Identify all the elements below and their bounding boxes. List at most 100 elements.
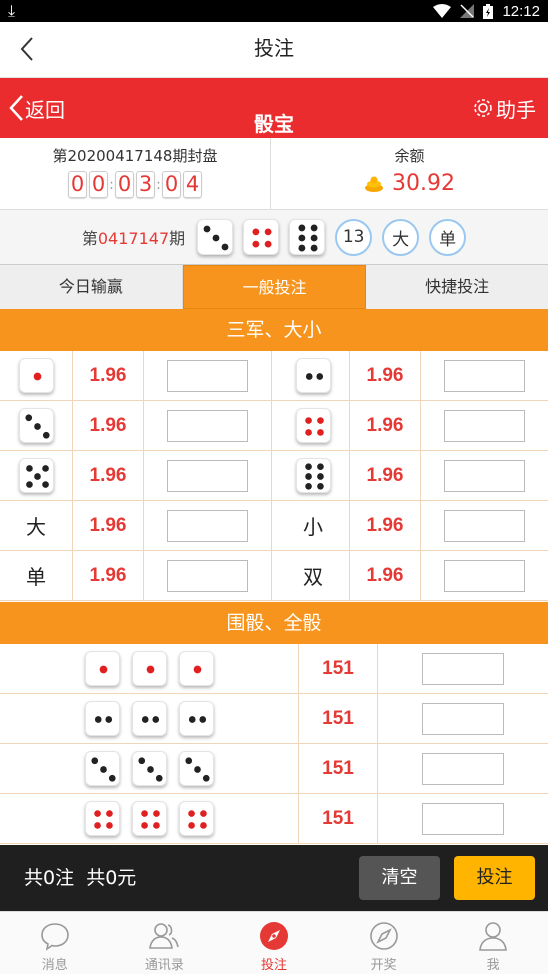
game-title: 骰宝 [254, 112, 294, 136]
coin-stack-icon [365, 176, 383, 192]
last-draw-issue: 第0417147期 [81, 229, 186, 248]
bet-amount-input[interactable] [444, 409, 525, 442]
die-face-icon [84, 801, 120, 836]
odds-value: 1.96 [89, 514, 127, 536]
countdown-digit: 0 [115, 171, 134, 198]
odds-value: 1.96 [366, 364, 404, 386]
odds-value: 1.96 [89, 414, 127, 436]
clock-time: 12:12 [502, 2, 540, 20]
bet-row: 单 1.96 双 1.96 [0, 551, 548, 601]
bet-amount-input[interactable] [422, 652, 504, 685]
wifi-icon [433, 4, 452, 18]
bet-tabs: 今日输赢 一般投注 快捷投注 [0, 265, 548, 309]
odds-value: 1.96 [366, 514, 404, 536]
die-face-icon [178, 651, 214, 686]
die-face-icon [84, 701, 120, 736]
bet-amount-input[interactable] [444, 459, 525, 492]
triple-dice-group[interactable] [0, 744, 298, 793]
triple-dice-group[interactable] [0, 644, 298, 693]
balance-label: 余额 [394, 147, 425, 165]
bet-amount-input[interactable] [167, 459, 248, 492]
bet-amount-input[interactable] [444, 359, 525, 392]
bet-option-label[interactable]: 双 [277, 551, 349, 600]
triple-bet-row: 151 [0, 694, 548, 744]
bet-option-label[interactable]: 大 [0, 501, 72, 550]
balance-panel: 余额 30.92 [271, 138, 548, 210]
triple-bet-row: 151 [0, 744, 548, 794]
die-face-icon [131, 701, 167, 736]
parity-ball: 单 [429, 218, 467, 256]
die-face-icon[interactable] [18, 408, 54, 443]
tab-quick-bet[interactable]: 快捷投注 [366, 265, 548, 309]
die-face-icon[interactable] [18, 458, 54, 493]
chat-bubble-icon [40, 923, 69, 951]
bet-option-label[interactable]: 小 [277, 501, 349, 550]
odds-value: 151 [322, 807, 354, 829]
tabbar-item-bet[interactable]: 投注 [219, 912, 329, 974]
result-die-icon [243, 219, 280, 255]
tabbar-item-contacts[interactable]: 通讯录 [110, 912, 220, 974]
triple-dice-group[interactable] [0, 694, 298, 743]
bet-amount-input[interactable] [167, 359, 248, 392]
page-title: 投注 [254, 36, 294, 60]
bet-summary: 共0注 共0元 [24, 845, 136, 911]
compass-outline-icon [369, 922, 398, 950]
bet-amount-input[interactable] [444, 559, 525, 592]
die-face-icon [131, 651, 167, 686]
die-face-icon[interactable] [18, 358, 54, 393]
triple-bet-row: 151 [0, 644, 548, 694]
triple-dice-group[interactable] [0, 794, 298, 843]
bet-row: 1.96 1.96 [0, 351, 548, 401]
countdown-digit: 4 [183, 171, 202, 198]
die-face-icon [178, 751, 214, 786]
section-triples-header: 围骰、全骰 [0, 602, 548, 644]
helper-label: 助手 [496, 97, 536, 122]
game-header: 返回 骰宝 助手 [0, 78, 548, 138]
die-face-icon[interactable] [295, 408, 331, 443]
tabbar-item-messages[interactable]: 消息 [0, 912, 110, 974]
tabbar-item-me[interactable]: 我 [438, 912, 548, 974]
bet-amount-input[interactable] [444, 509, 525, 542]
section-triple-army-header: 三军、大小 [0, 309, 548, 351]
odds-value: 1.96 [89, 464, 127, 486]
bet-amount-input[interactable] [422, 752, 504, 785]
sum-ball: 13 [335, 218, 373, 256]
odds-value: 1.96 [366, 464, 404, 486]
bet-row: 大 1.96 小 1.96 [0, 501, 548, 551]
die-face-icon [178, 801, 214, 836]
tab-normal-bet[interactable]: 一般投注 [182, 265, 367, 309]
bet-count: 共0注 [24, 867, 75, 889]
result-die-icon [197, 219, 234, 255]
download-icon: ⤓ [8, 1, 16, 20]
last-draw-result: 第0417147期 13 大 单 [0, 210, 548, 265]
contacts-icon [149, 923, 180, 949]
balance-value: 30.92 [392, 171, 455, 196]
die-face-icon [178, 701, 214, 736]
bet-option-label[interactable]: 单 [0, 551, 72, 600]
die-face-icon[interactable] [295, 458, 331, 493]
bottom-tab-bar: 消息 通讯录 投注 开奖 我 [0, 911, 548, 974]
die-face-icon[interactable] [295, 358, 331, 393]
bet-row: 1.96 1.96 [0, 401, 548, 451]
countdown-timer: 0 0 : 0 3 : 0 4 [0, 171, 270, 198]
bet-footer: 共0注 共0元 清空 投注 [0, 845, 548, 911]
bet-amount-input[interactable] [167, 409, 248, 442]
bet-row: 1.96 1.96 [0, 451, 548, 501]
die-face-icon [84, 751, 120, 786]
countdown-digit: 0 [162, 171, 181, 198]
bet-amount-input[interactable] [167, 559, 248, 592]
clear-button[interactable]: 清空 [359, 856, 440, 900]
odds-value: 151 [322, 707, 354, 729]
die-face-icon [131, 751, 167, 786]
countdown-digit: 0 [68, 171, 87, 198]
bet-amount-input[interactable] [167, 509, 248, 542]
helper-button[interactable]: 助手 [472, 92, 536, 124]
odds-value: 151 [322, 657, 354, 679]
tabbar-item-draw[interactable]: 开奖 [329, 912, 439, 974]
tab-today-result[interactable]: 今日输赢 [0, 265, 183, 309]
bet-amount-input[interactable] [422, 802, 504, 835]
die-face-icon [84, 651, 120, 686]
bet-amount-input[interactable] [422, 702, 504, 735]
submit-bet-button[interactable]: 投注 [454, 856, 535, 900]
nav-bar: 投注 [0, 22, 548, 78]
